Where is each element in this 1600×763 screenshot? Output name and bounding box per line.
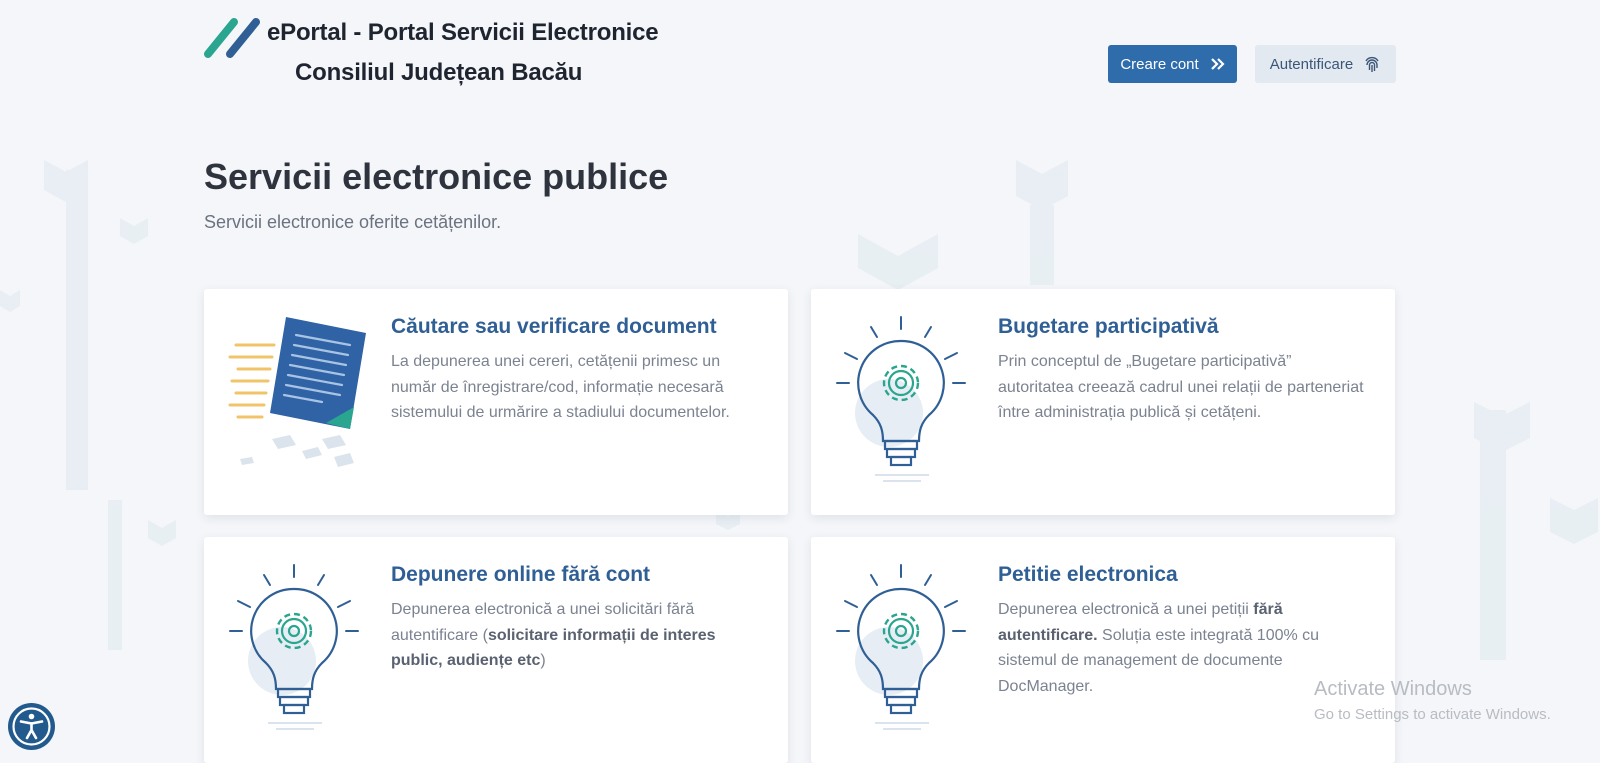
service-description: Depunerea electronică a unei solicitări … — [391, 601, 716, 669]
create-account-button[interactable]: Creare cont — [1108, 45, 1237, 83]
accessibility-button[interactable] — [8, 703, 55, 750]
activate-windows-hint: Go to Settings to activate Windows. — [1314, 706, 1551, 723]
eportal-logo-icon[interactable] — [200, 16, 264, 60]
service-title[interactable]: Bugetare participativă — [998, 315, 1219, 339]
service-description: Depunerea electronică a unei petiții făr… — [998, 601, 1320, 695]
brand-subtitle: Consiliul Județean Bacău — [295, 59, 583, 86]
lightbulb-gear-icon — [836, 316, 966, 482]
page-subtitle: Servicii electronice oferite cetățenilor… — [204, 212, 502, 232]
activate-windows-heading: Activate Windows — [1314, 678, 1472, 700]
accessibility-icon — [12, 707, 51, 746]
lightbulb-gear-icon — [229, 564, 359, 730]
service-card-participatory-budgeting[interactable]: Bugetare participativă Prin conceptul de… — [811, 289, 1395, 515]
document-icon — [228, 317, 366, 467]
create-account-label: Creare cont — [1120, 55, 1199, 73]
header: ePortal - Portal Servicii Electronice Co… — [0, 0, 1600, 100]
service-description: Prin conceptul de „Bugetare participativ… — [998, 353, 1364, 421]
login-label: Autentificare — [1269, 55, 1354, 73]
double-chevron-right-icon — [1210, 58, 1225, 70]
service-card-electronic-petition[interactable]: Petitie electronica Depunerea electronic… — [811, 537, 1395, 763]
service-title[interactable]: Căutare sau verificare document — [391, 315, 717, 339]
page-title: Servicii electronice publice — [204, 156, 669, 197]
service-card-document-search[interactable]: Căutare sau verificare document La depun… — [204, 289, 788, 515]
service-title[interactable]: Depunere online fără cont — [391, 563, 650, 587]
lightbulb-gear-icon — [836, 564, 966, 730]
fingerprint-icon — [1365, 56, 1379, 72]
service-card-online-submission[interactable]: Depunere online fără cont Depunerea elec… — [204, 537, 788, 763]
service-title[interactable]: Petitie electronica — [998, 563, 1178, 587]
brand-title: ePortal - Portal Servicii Electronice — [267, 19, 659, 46]
login-button[interactable]: Autentificare — [1255, 45, 1396, 83]
service-description: La depunerea unei cereri, cetățenii prim… — [391, 353, 730, 421]
